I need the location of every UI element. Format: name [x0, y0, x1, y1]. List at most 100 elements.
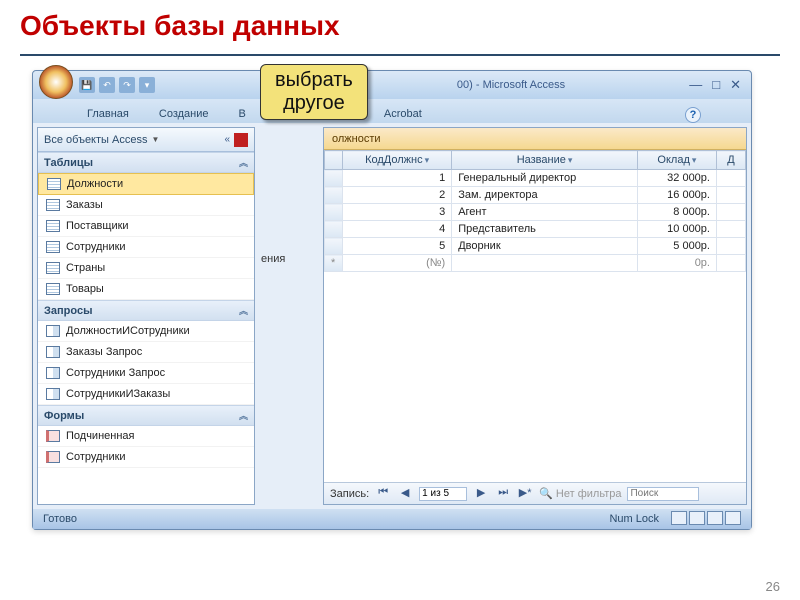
dropdown-icon[interactable]: ▾: [425, 155, 430, 165]
nav-item-tovary[interactable]: Товары: [38, 279, 254, 300]
tab-partial-1[interactable]: В: [235, 105, 250, 123]
nav-group-queries[interactable]: Запросы ︽: [38, 300, 254, 321]
collapse-group-icon[interactable]: ︽: [239, 304, 248, 317]
datasheet: олжности КодДолжнс▾ Название▾ Оклад▾ Д 1…: [323, 127, 747, 505]
view-icon[interactable]: [707, 511, 723, 525]
document-tab[interactable]: олжности: [324, 128, 746, 150]
table-row[interactable]: 2Зам. директора16 000р.: [325, 187, 746, 204]
next-record-icon[interactable]: ▶: [473, 486, 489, 502]
row-selector[interactable]: [325, 221, 343, 238]
table-row[interactable]: 3Агент8 000р.: [325, 204, 746, 221]
cell-extra[interactable]: [716, 187, 745, 204]
form-icon: [46, 451, 60, 463]
search-input[interactable]: [627, 487, 699, 501]
qat-dropdown-icon[interactable]: ▾: [139, 77, 155, 93]
cell-extra[interactable]: [716, 170, 745, 187]
cell-id[interactable]: 4: [343, 221, 452, 238]
cell-name[interactable]: [452, 255, 638, 272]
row-selector-header[interactable]: [325, 151, 343, 170]
collapse-group-icon[interactable]: ︽: [239, 409, 248, 422]
data-table[interactable]: КодДолжнс▾ Название▾ Оклад▾ Д 1Генеральн…: [324, 150, 746, 272]
query-icon: [46, 367, 60, 379]
form-icon: [46, 430, 60, 442]
table-row[interactable]: 5Дворник5 000р.: [325, 238, 746, 255]
col-kod[interactable]: КодДолжнс▾: [343, 151, 452, 170]
view-icon[interactable]: [671, 511, 687, 525]
row-selector[interactable]: [325, 170, 343, 187]
cell-salary[interactable]: 16 000р.: [637, 187, 716, 204]
nav-item-sotrudnikiizakazy[interactable]: СотрудникиИЗаказы: [38, 384, 254, 405]
nav-item-sotrudniki[interactable]: Сотрудники: [38, 237, 254, 258]
cell-name[interactable]: Генеральный директор: [452, 170, 638, 187]
cell-name[interactable]: Представитель: [452, 221, 638, 238]
cell-id[interactable]: 3: [343, 204, 452, 221]
row-selector[interactable]: *: [325, 255, 343, 272]
cell-name[interactable]: Зам. директора: [452, 187, 638, 204]
row-selector[interactable]: [325, 187, 343, 204]
cell-extra[interactable]: [716, 204, 745, 221]
cell-salary[interactable]: 10 000р.: [637, 221, 716, 238]
dropdown-icon[interactable]: ▾: [692, 155, 697, 165]
collapse-pane-icon[interactable]: «: [224, 134, 230, 145]
cell-name[interactable]: Агент: [452, 204, 638, 221]
cell-id[interactable]: 1: [343, 170, 452, 187]
tab-acrobat[interactable]: Acrobat: [380, 105, 426, 123]
last-record-icon[interactable]: ⏭: [495, 486, 511, 502]
first-record-icon[interactable]: ⏮: [375, 486, 391, 502]
view-icon[interactable]: [689, 511, 705, 525]
nav-item-zakazy-zapros[interactable]: Заказы Запрос: [38, 342, 254, 363]
nav-item-label: Подчиненная: [66, 430, 135, 442]
nav-group-tables[interactable]: Таблицы ︽: [38, 152, 254, 173]
row-selector[interactable]: [325, 238, 343, 255]
view-icon[interactable]: [725, 511, 741, 525]
dropdown-icon[interactable]: ▾: [568, 155, 573, 165]
tab-create[interactable]: Создание: [155, 105, 213, 123]
col-extra[interactable]: Д: [716, 151, 745, 170]
new-record-icon[interactable]: ▶*: [517, 486, 533, 502]
undo-icon[interactable]: ↶: [99, 77, 115, 93]
chevron-down-icon[interactable]: ▼: [151, 135, 159, 144]
prev-record-icon[interactable]: ◀: [397, 486, 413, 502]
help-icon[interactable]: ?: [685, 107, 701, 123]
nav-item-sotrudniki-zapros[interactable]: Сотрудники Запрос: [38, 363, 254, 384]
new-row[interactable]: *(№) 0р.: [325, 255, 746, 272]
nav-item-dolzhnostiisotrudniki[interactable]: ДолжностиИСотрудники: [38, 321, 254, 342]
table-row[interactable]: 1Генеральный директор32 000р.: [325, 170, 746, 187]
nav-group-forms[interactable]: Формы ︽: [38, 405, 254, 426]
cell-salary[interactable]: 0р.: [637, 255, 716, 272]
nav-item-zakazy[interactable]: Заказы: [38, 195, 254, 216]
cell-id[interactable]: 5: [343, 238, 452, 255]
col-name[interactable]: Название▾: [452, 151, 638, 170]
nav-item-podchinennaya[interactable]: Подчиненная: [38, 426, 254, 447]
cell-extra[interactable]: [716, 255, 745, 272]
close-button[interactable]: ✕: [726, 77, 745, 93]
red-marker: [234, 133, 248, 147]
nav-item-dolzhnosti[interactable]: Должности: [38, 173, 254, 195]
nav-item-label: Сотрудники: [66, 241, 126, 253]
collapse-group-icon[interactable]: ︽: [239, 156, 248, 169]
cell-salary[interactable]: 32 000р.: [637, 170, 716, 187]
redo-icon[interactable]: ↷: [119, 77, 135, 93]
cell-name[interactable]: Дворник: [452, 238, 638, 255]
row-selector[interactable]: [325, 204, 343, 221]
nav-item-strany[interactable]: Страны: [38, 258, 254, 279]
nav-header[interactable]: Все объекты Access ▼ «: [38, 128, 254, 152]
office-button[interactable]: [39, 65, 73, 99]
nav-item-postavshchiki[interactable]: Поставщики: [38, 216, 254, 237]
table-row[interactable]: 4Представитель10 000р.: [325, 221, 746, 238]
document-wrap: олжности КодДолжнс▾ Название▾ Оклад▾ Д 1…: [263, 127, 747, 505]
save-icon[interactable]: 💾: [79, 77, 95, 93]
nav-item-sotrudniki-form[interactable]: Сотрудники: [38, 447, 254, 468]
cell-salary[interactable]: 5 000р.: [637, 238, 716, 255]
col-salary[interactable]: Оклад▾: [637, 151, 716, 170]
cell-salary[interactable]: 8 000р.: [637, 204, 716, 221]
view-switcher[interactable]: [669, 511, 741, 528]
minimize-button[interactable]: —: [685, 77, 706, 93]
cell-extra[interactable]: [716, 221, 745, 238]
record-position-input[interactable]: [419, 487, 467, 501]
cell-id[interactable]: 2: [343, 187, 452, 204]
cell-extra[interactable]: [716, 238, 745, 255]
cell-id[interactable]: (№): [343, 255, 452, 272]
tab-home[interactable]: Главная: [83, 105, 133, 123]
maximize-button[interactable]: □: [708, 77, 724, 93]
